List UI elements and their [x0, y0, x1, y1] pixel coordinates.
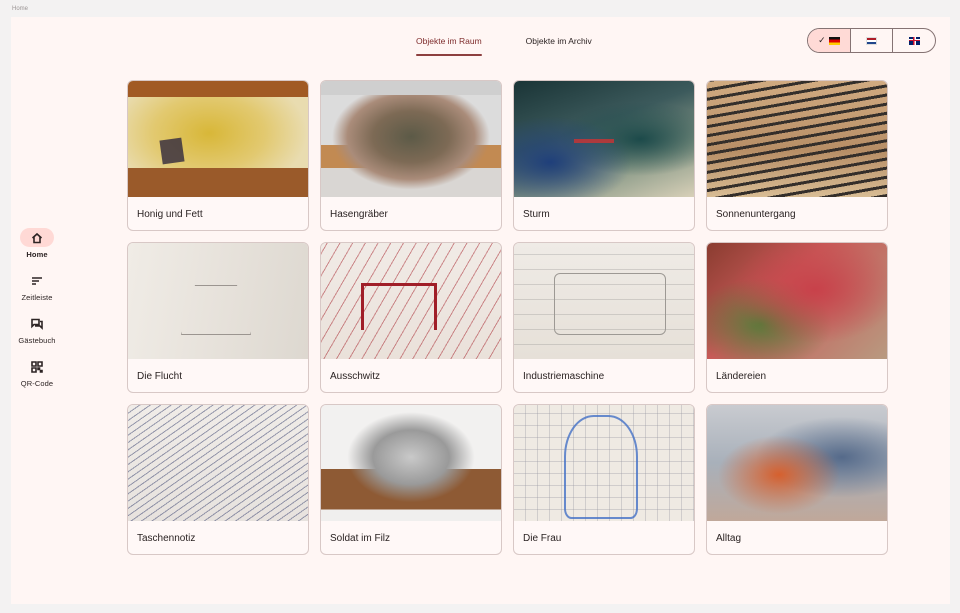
- object-card[interactable]: Industriemaschine: [513, 242, 695, 393]
- flag-germany-icon: [828, 36, 840, 45]
- object-image: [321, 405, 501, 521]
- nav-item-gaestebuch[interactable]: Gästebuch: [11, 314, 63, 357]
- object-card[interactable]: Alltag: [706, 404, 888, 555]
- flag-uk-icon: [908, 36, 920, 45]
- breadcrumb: Home: [12, 6, 29, 12]
- tab-label-archiv: Objekte im Archiv: [525, 36, 592, 46]
- check-icon: ✓: [818, 35, 826, 45]
- nav-label-gaestebuch: Gästebuch: [18, 336, 56, 345]
- object-image: [514, 81, 694, 197]
- navigation-rail: Home Zeitleiste Gästebuch QR-Code: [11, 228, 63, 400]
- object-card[interactable]: Honig und Fett: [127, 80, 309, 231]
- qr-code-icon: [20, 357, 54, 376]
- flag-netherlands-icon: [866, 36, 877, 45]
- language-selector: ✓: [807, 28, 936, 53]
- object-title: Die Flucht: [137, 371, 183, 382]
- object-title: Soldat im Filz: [330, 533, 391, 544]
- tab-bar: Objekte im Raum Objekte im Archiv: [405, 35, 603, 57]
- object-image: [707, 405, 887, 521]
- object-title: Industriemaschine: [523, 371, 605, 382]
- object-title: Sonnenuntergang: [716, 209, 796, 220]
- nav-item-zeitleiste[interactable]: Zeitleiste: [11, 271, 63, 314]
- object-card[interactable]: Hasengräber: [320, 80, 502, 231]
- object-image: [128, 243, 308, 359]
- guestbook-icon: [20, 314, 54, 333]
- language-option-de[interactable]: ✓: [808, 29, 851, 52]
- object-card[interactable]: Soldat im Filz: [320, 404, 502, 555]
- object-image: [707, 243, 887, 359]
- active-tab-indicator: [416, 54, 482, 56]
- object-card[interactable]: Die Frau: [513, 404, 695, 555]
- app-frame: Home Zeitleiste Gästebuch QR-Code Objekt…: [11, 17, 950, 604]
- nav-item-home[interactable]: Home: [11, 228, 63, 271]
- object-card[interactable]: Ländereien: [706, 242, 888, 393]
- language-option-en[interactable]: [893, 29, 935, 52]
- language-option-nl[interactable]: [851, 29, 894, 52]
- nav-item-qr-code[interactable]: QR-Code: [11, 357, 63, 400]
- object-image: [321, 243, 501, 359]
- object-grid: Honig und Fett Hasengräber Sturm Sonnenu…: [127, 80, 888, 555]
- object-title: Hasengräber: [330, 209, 388, 220]
- object-image: [321, 81, 501, 197]
- object-image: [514, 405, 694, 521]
- object-card[interactable]: Ausschwitz: [320, 242, 502, 393]
- object-image: [128, 81, 308, 197]
- object-title: Sturm: [523, 209, 550, 220]
- nav-label-qr-code: QR-Code: [20, 379, 54, 388]
- tab-label-raum: Objekte im Raum: [416, 36, 482, 46]
- object-title: Alltag: [716, 533, 742, 544]
- tab-objekte-im-archiv[interactable]: Objekte im Archiv: [515, 35, 603, 57]
- nav-label-zeitleiste: Zeitleiste: [21, 293, 53, 302]
- object-image: [707, 81, 887, 197]
- object-card[interactable]: Die Flucht: [127, 242, 309, 393]
- timeline-icon: [20, 271, 54, 290]
- object-card[interactable]: Sturm: [513, 80, 695, 231]
- object-image: [128, 405, 308, 521]
- object-image: [514, 243, 694, 359]
- object-title: Honig und Fett: [137, 209, 203, 220]
- object-card[interactable]: Taschennotiz: [127, 404, 309, 555]
- object-title: Taschennotiz: [137, 533, 196, 544]
- home-icon: [20, 228, 54, 247]
- object-title: Ländereien: [716, 371, 767, 382]
- object-title: Ausschwitz: [330, 371, 381, 382]
- object-title: Die Frau: [523, 533, 562, 544]
- tab-objekte-im-raum[interactable]: Objekte im Raum: [405, 35, 493, 57]
- nav-label-home: Home: [26, 250, 48, 259]
- object-card[interactable]: Sonnenuntergang: [706, 80, 888, 231]
